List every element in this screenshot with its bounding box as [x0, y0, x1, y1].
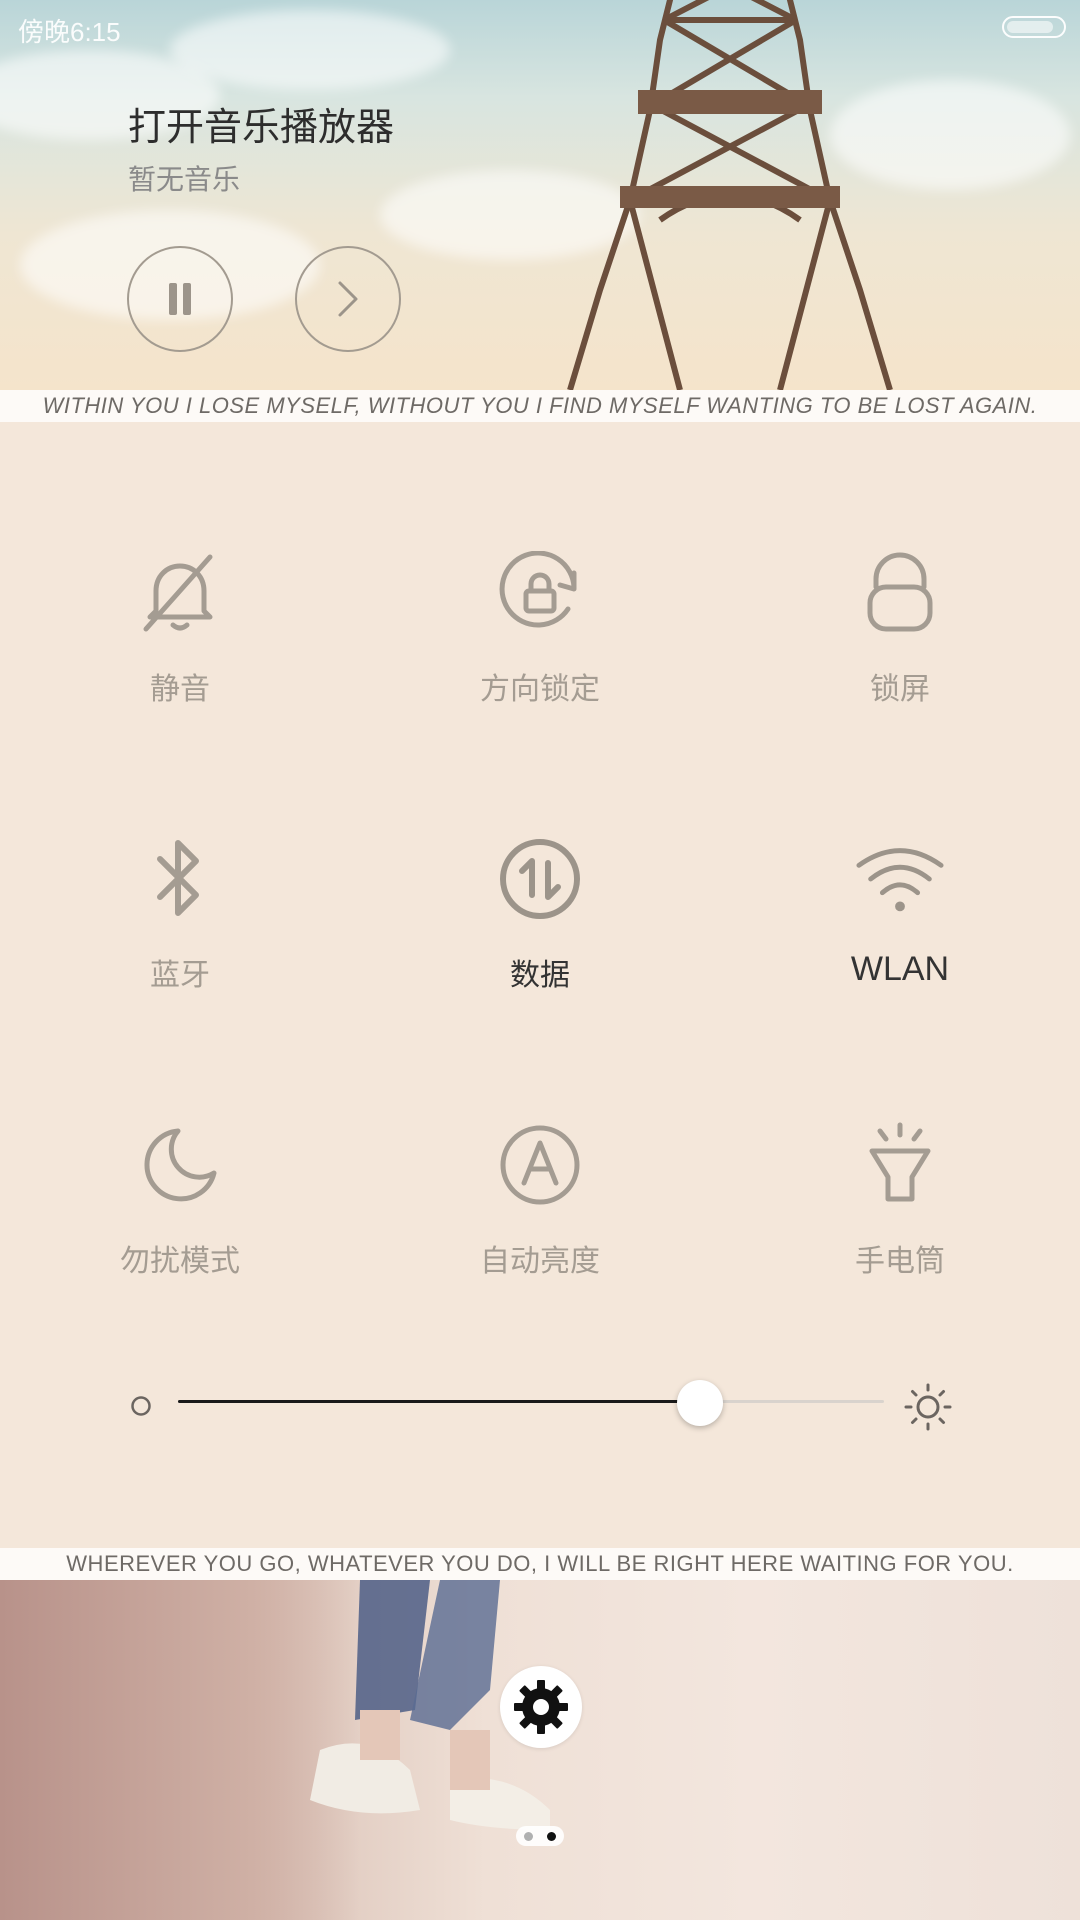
cloud-decoration: [170, 10, 450, 90]
battery-icon: [1002, 16, 1066, 38]
toggle-do-not-disturb[interactable]: 勿扰模式: [0, 1120, 360, 1320]
toggle-rotation-lock[interactable]: 方向锁定: [360, 548, 720, 748]
toggle-label: 蓝牙: [150, 958, 210, 993]
brightness-low-icon: [131, 1396, 151, 1416]
toggle-label: 数据: [510, 958, 570, 993]
pause-button[interactable]: [127, 246, 233, 352]
page-dot-active: [547, 1831, 556, 1841]
chevron-right-icon: [338, 281, 358, 317]
battery-level: [1007, 21, 1053, 33]
toggle-label: WLAN: [850, 950, 950, 988]
quote-bottom: WHEREVER YOU GO, WHATEVER YOU DO, I WILL…: [0, 1548, 1080, 1580]
toggle-mobile-data[interactable]: 数据: [360, 834, 720, 1034]
toggle-mute[interactable]: 静音: [0, 548, 360, 748]
wallpaper-photo: [0, 1580, 1080, 1920]
toggle-wlan[interactable]: WLAN: [720, 834, 1080, 1034]
toggle-label: 锁屏: [870, 672, 930, 707]
toggle-label: 手电筒: [855, 1244, 945, 1279]
page-indicator: [516, 1826, 564, 1846]
toggle-label: 静音: [150, 672, 210, 707]
gear-icon: [514, 1680, 568, 1734]
auto-brightness-icon: [500, 1125, 580, 1205]
legs-illustration: [310, 1580, 550, 1830]
page-dot: [524, 1831, 533, 1841]
toggle-flashlight[interactable]: 手电筒: [720, 1120, 1080, 1320]
bell-off-icon: [143, 554, 213, 632]
status-time: 傍晚6:15: [18, 17, 121, 47]
toggle-label: 勿扰模式: [120, 1244, 240, 1279]
brightness-slider-handle[interactable]: [677, 1380, 724, 1426]
eiffel-tower-image: [567, 0, 893, 390]
lock-icon: [867, 552, 933, 632]
flashlight-icon: [869, 1122, 931, 1202]
music-player-subtitle: 暂无音乐: [128, 163, 241, 196]
pause-icon: [169, 283, 191, 315]
bluetooth-icon: [157, 840, 199, 916]
toggle-label: 自动亮度: [480, 1244, 600, 1279]
toggle-lock-screen[interactable]: 锁屏: [720, 548, 1080, 748]
brightness-slider-fill: [178, 1400, 701, 1403]
toggle-bluetooth[interactable]: 蓝牙: [0, 834, 360, 1034]
brightness-high-icon: [904, 1383, 952, 1431]
toggle-auto-brightness[interactable]: 自动亮度: [360, 1120, 720, 1320]
music-player-title[interactable]: 打开音乐播放器: [128, 96, 394, 151]
mobile-data-icon: [500, 839, 580, 919]
toggle-label: 方向锁定: [480, 672, 600, 707]
rotation-lock-icon: [499, 551, 577, 628]
next-button[interactable]: [295, 246, 401, 352]
moon-icon: [144, 1128, 217, 1202]
wifi-icon: [856, 848, 944, 912]
brightness-slider[interactable]: [178, 1400, 884, 1403]
settings-button[interactable]: [500, 1666, 582, 1748]
quote-top: WITHIN YOU I LOSE MYSELF, WITHOUT YOU I …: [0, 390, 1080, 422]
music-widget-background: 傍晚6:15 打开音乐播放器 暂无音乐: [0, 0, 1080, 390]
